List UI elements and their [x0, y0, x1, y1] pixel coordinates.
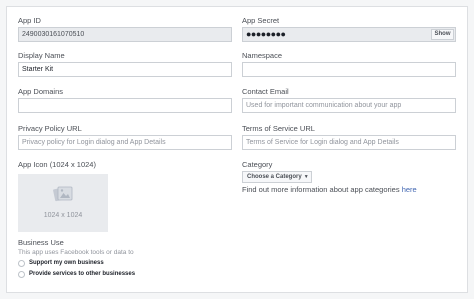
display-name-label: Display Name [18, 51, 65, 60]
show-secret-button[interactable]: Show [431, 29, 454, 40]
category-info-text: Find out more information about app cate… [242, 185, 400, 194]
business-use-subtext: This app uses Facebook tools or data to [18, 249, 134, 256]
app-domains-label: App Domains [18, 87, 64, 96]
caret-down-icon: ▼ [303, 174, 309, 180]
image-upload-icon [53, 186, 73, 202]
contact-email-input[interactable]: Used for important communication about y… [242, 98, 456, 113]
privacy-policy-label: Privacy Policy URL [18, 124, 82, 133]
privacy-policy-placeholder: Privacy policy for Login dialog and App … [22, 139, 166, 146]
namespace-label: Namespace [242, 51, 283, 60]
app-id-label: App ID [18, 16, 41, 25]
radio-provide-services-label: Provide services to other businesses [29, 271, 136, 277]
contact-email-placeholder: Used for important communication about y… [246, 102, 402, 109]
app-icon-label: App Icon (1024 x 1024) [18, 160, 96, 169]
terms-of-service-input[interactable]: Terms of Service for Login dialog and Ap… [242, 135, 456, 150]
choose-category-dropdown[interactable]: Choose a Category ▼ [242, 171, 312, 183]
category-label: Category [242, 160, 273, 169]
app-secret-label: App Secret [242, 16, 280, 25]
contact-email-label: Contact Email [242, 87, 289, 96]
radio-support-own-business[interactable] [18, 260, 25, 267]
terms-of-service-placeholder: Terms of Service for Login dialog and Ap… [246, 139, 399, 146]
privacy-policy-input[interactable]: Privacy policy for Login dialog and App … [18, 135, 232, 150]
icon-size-text: 1024 x 1024 [43, 212, 83, 219]
business-use-label: Business Use [18, 238, 64, 247]
app-secret-value: ●●●●●●●● [246, 29, 286, 39]
display-name-input[interactable]: Starter Kit [18, 62, 232, 77]
app-secret-field[interactable]: ●●●●●●●● Show [242, 27, 456, 42]
namespace-input[interactable] [242, 62, 456, 77]
category-info: Find out more information about app cate… [242, 185, 417, 194]
choose-category-label: Choose a Category [247, 174, 302, 180]
radio-provide-services[interactable] [18, 271, 25, 278]
app-icon-upload[interactable]: 1024 x 1024 [18, 174, 108, 232]
terms-of-service-label: Terms of Service URL [242, 124, 315, 133]
app-id-field[interactable]: 2490030161070510 [18, 27, 232, 42]
app-domains-input[interactable] [18, 98, 232, 113]
radio-support-own-business-label: Support my own business [29, 260, 104, 266]
category-info-link[interactable]: here [402, 185, 417, 194]
